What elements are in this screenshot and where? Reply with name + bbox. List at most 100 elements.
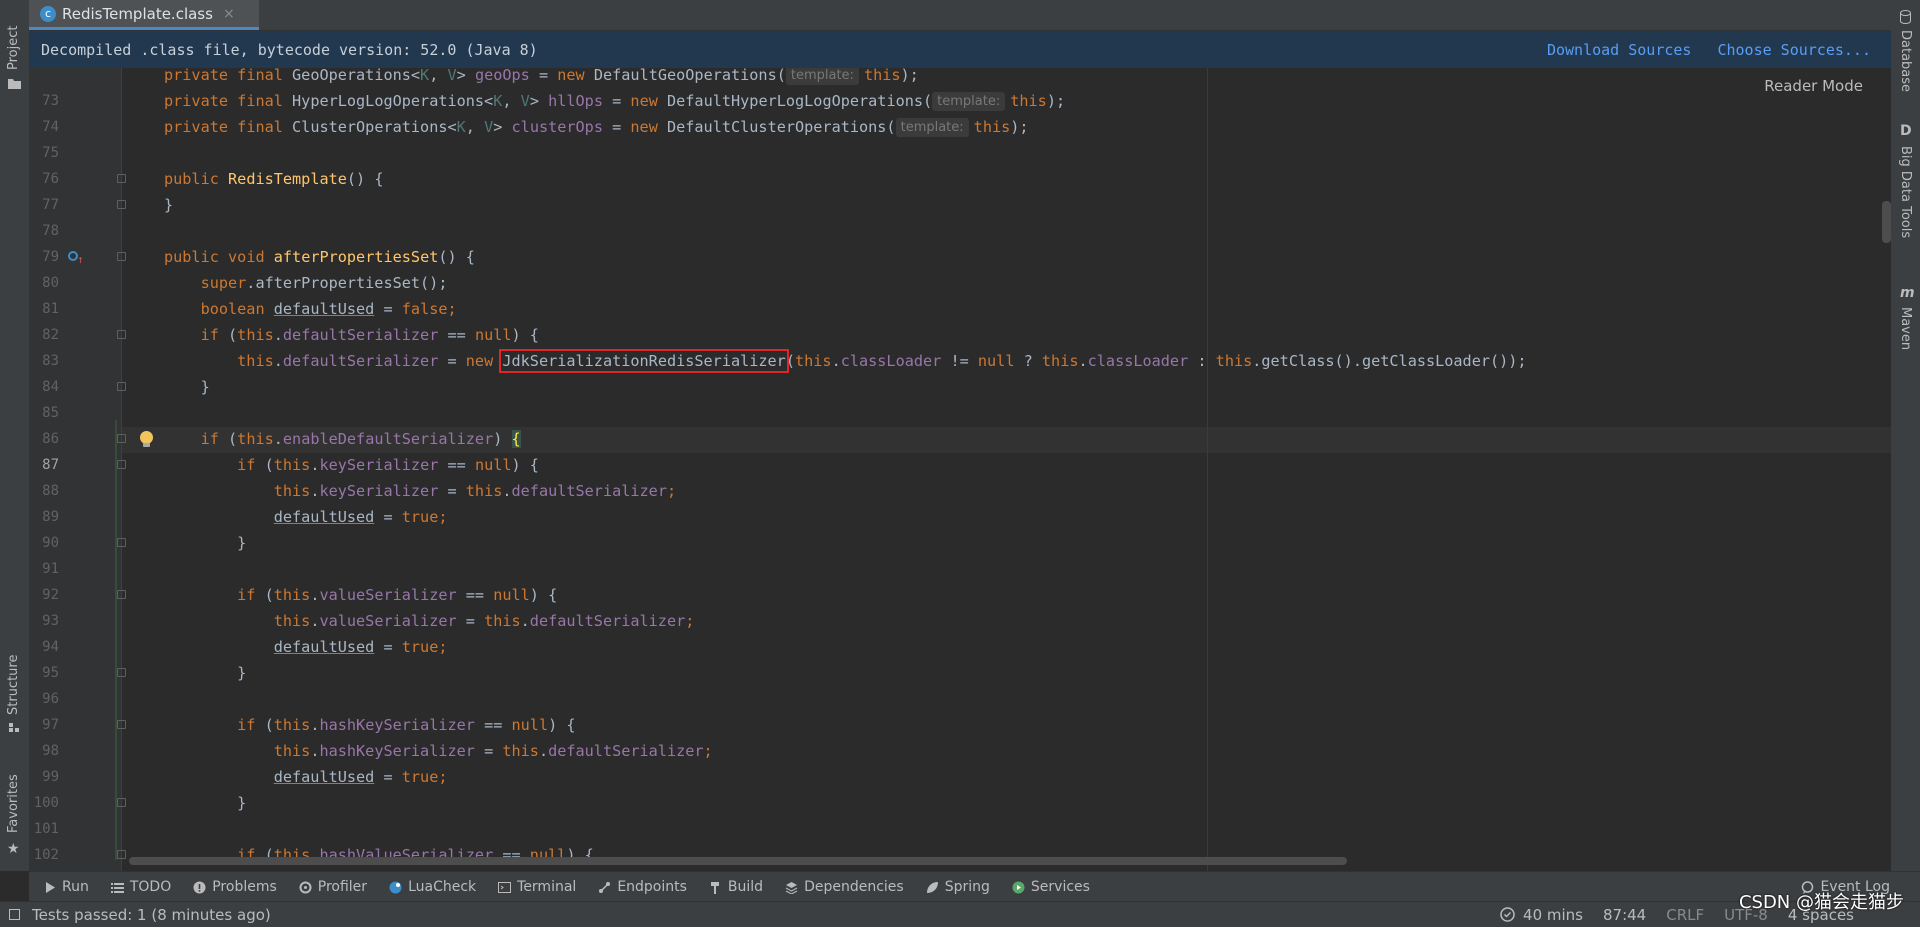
line-separator[interactable]: CRLF [1666, 906, 1704, 924]
fold-toggle-icon[interactable] [117, 382, 126, 391]
code-editor[interactable]: 73 private final GeoOperations<K, V> geo… [29, 68, 1891, 871]
fold-toggle-icon[interactable] [117, 174, 126, 183]
luacheck-tool-button[interactable]: LuaCheck [389, 879, 476, 895]
structure-icon [9, 723, 19, 732]
run-label: Run [62, 879, 89, 895]
todo-label: TODO [129, 879, 172, 895]
editor-tab-redistemplate[interactable]: c RedisTemplate.class × [29, 0, 259, 30]
dependencies-tool-button[interactable]: Dependencies [785, 879, 904, 895]
database-icon [1900, 10, 1911, 24]
code-line: 90 defaultUsed = true; [29, 504, 1891, 551]
code-line: 73 private final GeoOperations<K, V> geo… [29, 68, 1891, 109]
code-line: 91 } [29, 530, 1891, 577]
param-hint: template: [895, 118, 969, 137]
caret-position[interactable]: 87:44 [1603, 906, 1646, 924]
code-line: 83 if (this.defaultSerializer == null) { [29, 322, 1891, 369]
code-line: 101 } [29, 790, 1891, 837]
structure-tool-tab[interactable]: Structure [0, 640, 29, 735]
status-bar: Tests passed: 1 (8 minutes ago) 40 mins … [0, 901, 1920, 927]
database-tool-tab[interactable]: Database [1891, 6, 1920, 101]
code-line: 74 private final HyperLogLogOperations<K… [29, 88, 1891, 135]
reader-mode-toggle[interactable]: Reader Mode [1764, 77, 1863, 95]
right-tool-strip: Database D Big Data Tools m Maven [1890, 0, 1920, 871]
project-tab-label: Project [6, 25, 21, 70]
folder-icon [8, 79, 21, 89]
choose-sources-link[interactable]: Choose Sources... [1717, 41, 1871, 59]
dependencies-label: Dependencies [804, 879, 904, 895]
banner-message: Decompiled .class file, bytecode version… [41, 40, 538, 59]
code-line: 97 [29, 686, 1891, 733]
tool-windows-toggle-icon[interactable] [9, 909, 20, 920]
fold-toggle-icon[interactable] [117, 720, 126, 729]
code-line: 85 } [29, 374, 1891, 421]
build-label: Build [727, 879, 764, 895]
profiler-tool-button[interactable]: Profiler [299, 879, 367, 895]
tests-status[interactable]: Tests passed: 1 (8 minutes ago) [32, 906, 271, 924]
code-line: 76 [29, 140, 1891, 187]
structure-tab-label: Structure [6, 654, 21, 715]
run-tool-button[interactable]: Run [43, 879, 89, 895]
time-label: 40 mins [1523, 905, 1583, 924]
clock-check-icon [1500, 907, 1515, 922]
problems-tool-button[interactable]: Problems [193, 879, 277, 895]
code-line: 98 if (this.hashKeySerializer == null) { [29, 712, 1891, 759]
spring-label: Spring [944, 879, 990, 895]
code-line: 100 defaultUsed = true; [29, 764, 1891, 811]
endpoints-icon [599, 881, 611, 893]
fold-toggle-icon[interactable] [117, 538, 126, 547]
download-sources-link[interactable]: Download Sources [1547, 41, 1692, 59]
build-tool-button[interactable]: Build [709, 879, 763, 895]
services-tool-button[interactable]: Services [1012, 879, 1090, 895]
code-line: 94 this.valueSerializer = this.defaultSe… [29, 608, 1891, 655]
highlighted-serializer-class[interactable]: JdkSerializationRedisSerializer [499, 349, 789, 373]
intention-bulb-icon[interactable] [140, 431, 153, 447]
profiler-label: Profiler [317, 879, 368, 895]
maven-tool-tab[interactable]: m Maven [1891, 285, 1920, 355]
csdn-watermark: CSDN @猫会走猫步 [1738, 892, 1904, 913]
code-line: 75 private final ClusterOperations<K, V>… [29, 114, 1891, 161]
terminal-icon [498, 881, 512, 893]
terminal-label: Terminal [517, 879, 577, 895]
code-line: 89 this.keySerializer = this.defaultSeri… [29, 478, 1891, 525]
fold-toggle-icon[interactable] [117, 434, 126, 443]
big-data-tools-tab[interactable]: D Big Data Tools [1891, 122, 1920, 262]
fold-toggle-icon[interactable] [117, 330, 126, 339]
fold-toggle-icon[interactable] [117, 850, 126, 859]
code-line: 77 public RedisTemplate() { [29, 166, 1891, 213]
fold-toggle-icon[interactable] [117, 668, 126, 677]
spring-tool-button[interactable]: Spring [926, 879, 990, 895]
code-line: 81 super.afterPropertiesSet(); [29, 270, 1891, 317]
code-line: 79 [29, 218, 1891, 265]
fold-toggle-icon[interactable] [117, 798, 126, 807]
maven-tab-label: Maven [1898, 307, 1913, 351]
favorites-tool-tab[interactable]: Favorites ★ [0, 760, 29, 860]
code-line: 95 defaultUsed = true; [29, 634, 1891, 681]
left-tool-strip: Project Structure Favorites ★ [0, 0, 30, 871]
code-line: 80 ↑ public void afterPropertiesSet() { [29, 244, 1891, 291]
horizontal-scrollbar[interactable] [129, 857, 1347, 865]
code-line: 96 } [29, 660, 1891, 707]
terminal-tool-button[interactable]: Terminal [498, 879, 576, 895]
vertical-scrollbar[interactable] [1882, 201, 1891, 243]
fold-toggle-icon[interactable] [117, 200, 126, 209]
big-data-icon: D [1900, 123, 1912, 139]
fold-toggle-icon[interactable] [117, 460, 126, 469]
fold-toggle-icon[interactable] [117, 252, 126, 261]
maven-icon: m [1900, 285, 1915, 301]
time-tracker[interactable]: 40 mins [1500, 906, 1583, 924]
project-tool-tab[interactable]: Project [0, 8, 29, 89]
fold-toggle-icon[interactable] [117, 590, 126, 599]
code-line: 102 [29, 816, 1891, 863]
decompiled-banner: Decompiled .class file, bytecode version… [29, 31, 1891, 68]
problems-label: Problems [212, 879, 277, 895]
close-tab-icon[interactable]: × [223, 6, 235, 22]
todo-tool-button[interactable]: TODO [110, 879, 172, 895]
layers-icon [785, 881, 798, 894]
editor-tab-bar: c RedisTemplate.class × [29, 0, 1891, 31]
code-line-current: 87 if (this.enableDefaultSerializer) { [29, 426, 1891, 473]
list-icon [110, 882, 124, 893]
run-icon [46, 881, 55, 893]
endpoints-tool-button[interactable]: Endpoints [598, 879, 687, 895]
database-tab-label: Database [1898, 30, 1913, 93]
param-hint: template: [785, 68, 859, 85]
